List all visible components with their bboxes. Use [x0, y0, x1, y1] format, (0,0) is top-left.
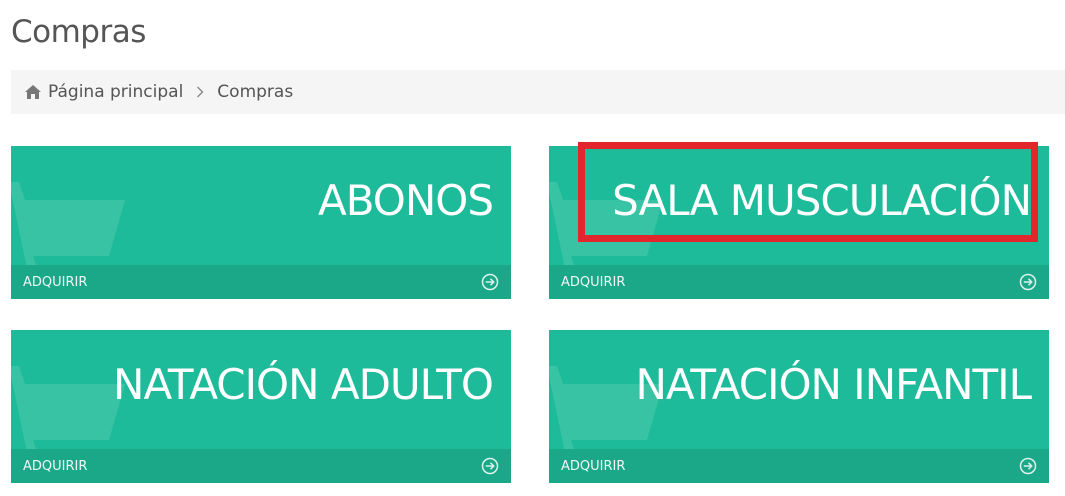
tile-natacion-adulto[interactable]: NATACIÓN ADULTO ADQUIRIR — [11, 330, 511, 483]
arrow-circle-right-icon[interactable] — [481, 273, 499, 291]
tile-title: SALA MUSCULACIÓN — [612, 176, 1032, 225]
breadcrumb: Página principal Compras — [11, 70, 1065, 114]
arrow-circle-right-icon[interactable] — [1019, 273, 1037, 291]
tile-sala-musculacion[interactable]: SALA MUSCULACIÓN ADQUIRIR — [549, 146, 1049, 299]
acquire-link[interactable]: ADQUIRIR — [561, 275, 625, 290]
tile-title: NATACIÓN ADULTO — [113, 360, 494, 409]
acquire-link[interactable]: ADQUIRIR — [23, 459, 87, 474]
acquire-link[interactable]: ADQUIRIR — [561, 459, 625, 474]
breadcrumb-home-link[interactable]: Página principal — [48, 82, 183, 102]
arrow-circle-right-icon[interactable] — [481, 457, 499, 475]
home-icon — [25, 85, 41, 99]
tile-footer[interactable]: ADQUIRIR — [549, 449, 1049, 483]
tile-footer[interactable]: ADQUIRIR — [11, 265, 511, 299]
chevron-right-icon — [197, 86, 204, 98]
tile-footer[interactable]: ADQUIRIR — [11, 449, 511, 483]
acquire-link[interactable]: ADQUIRIR — [23, 275, 87, 290]
tile-footer[interactable]: ADQUIRIR — [549, 265, 1049, 299]
page-title: Compras — [11, 14, 146, 50]
arrow-circle-right-icon[interactable] — [1019, 457, 1037, 475]
breadcrumb-current: Compras — [217, 82, 294, 102]
tile-title: NATACIÓN INFANTIL — [635, 360, 1032, 409]
tile-natacion-infantil[interactable]: NATACIÓN INFANTIL ADQUIRIR — [549, 330, 1049, 483]
tile-abonos[interactable]: ABONOS ADQUIRIR — [11, 146, 511, 299]
tile-title: ABONOS — [317, 176, 494, 225]
